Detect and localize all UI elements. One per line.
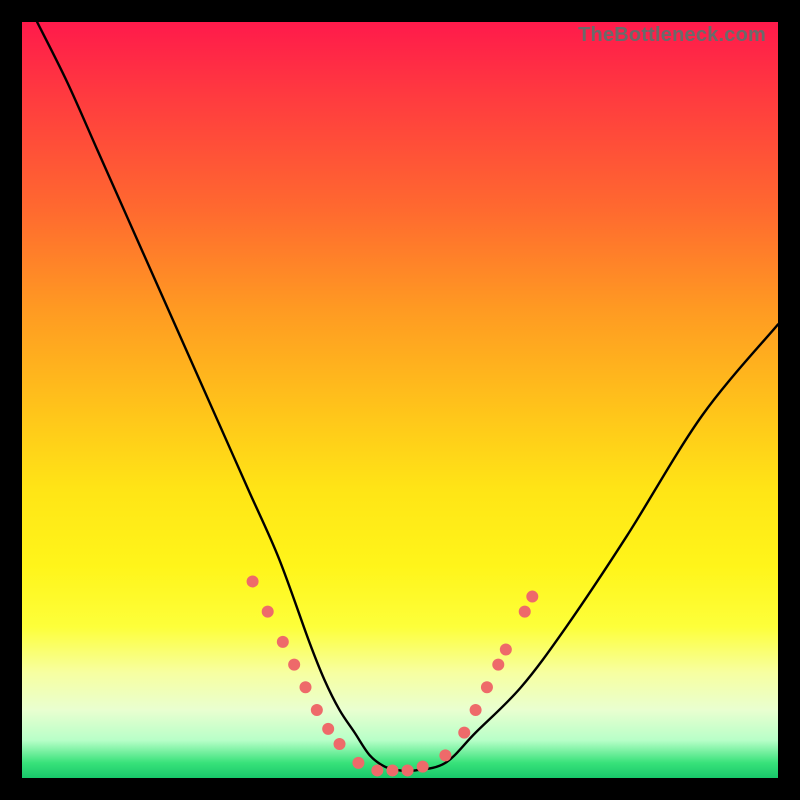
highlight-dot [288, 659, 300, 671]
highlight-dots [247, 575, 539, 776]
highlight-dot [458, 727, 470, 739]
curve-svg [22, 22, 778, 778]
plot-area: TheBottleneck.com [22, 22, 778, 778]
highlight-dot [417, 761, 429, 773]
chart-stage: TheBottleneck.com [0, 0, 800, 800]
highlight-dot [262, 606, 274, 618]
highlight-dot [519, 606, 531, 618]
highlight-dot [371, 764, 383, 776]
highlight-dot [439, 749, 451, 761]
highlight-dot [492, 659, 504, 671]
bottleneck-curve [37, 22, 778, 771]
highlight-dot [402, 764, 414, 776]
highlight-dot [470, 704, 482, 716]
highlight-dot [500, 643, 512, 655]
highlight-dot [334, 738, 346, 750]
highlight-dot [386, 764, 398, 776]
highlight-dot [481, 681, 493, 693]
highlight-dot [352, 757, 364, 769]
highlight-dot [526, 591, 538, 603]
highlight-dot [300, 681, 312, 693]
highlight-dot [311, 704, 323, 716]
highlight-dot [247, 575, 259, 587]
highlight-dot [322, 723, 334, 735]
highlight-dot [277, 636, 289, 648]
